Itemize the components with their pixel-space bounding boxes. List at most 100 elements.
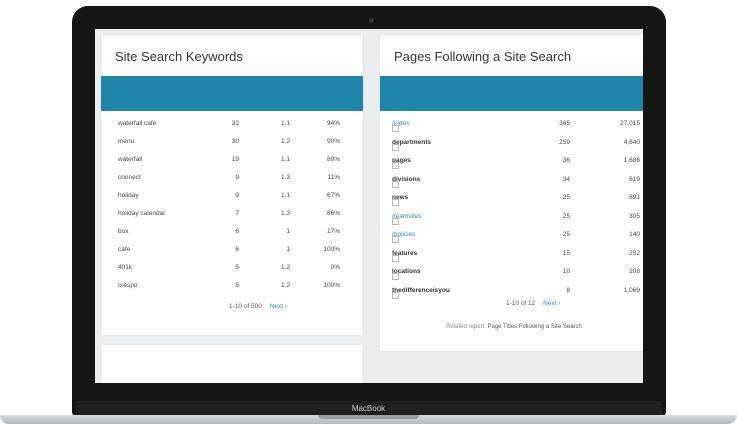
value-cell: 25 [562,194,570,201]
value-cell: 34 [562,175,570,183]
table-row: features 15 252 [380,245,643,263]
table-row: 401k 5 1.2 0% [101,259,363,277]
depth-cell: 1.1 [280,156,290,163]
screen: Site Search Keywords waterfall cafe 32 1.1… [95,29,643,383]
table-row: waterfall cafe 32 1.1 94% [101,115,363,133]
table-row: divisions 34 619 [380,171,643,189]
page-icon [392,143,399,151]
table-header [380,76,643,111]
page-label: thedifferenceisyou [392,286,450,294]
value-cell: 15 [562,249,570,257]
pagination-range: 1-10 of 500 [229,303,262,310]
exits-cell: 86% [326,210,340,217]
keyword-cell[interactable]: 401k [118,264,132,271]
keyword-cell[interactable]: waterfall cafe [118,120,156,127]
camera [369,18,374,23]
keyword-cell[interactable]: crespo [118,282,138,289]
depth-cell: 1.2 [280,264,290,271]
page-cell[interactable]: locations [392,268,421,280]
table-row: thedifferenceisyou 8 1,069 [380,282,643,300]
page-cell[interactable]: news [392,194,408,206]
exits-cell: 0% [330,264,340,271]
page-icon [392,199,399,206]
pagination: 1-10 of 12 Next › [506,300,560,307]
page-icon [392,291,399,299]
page-cell[interactable]: departments [392,139,431,151]
next-page-link[interactable]: Next › [543,300,560,307]
panel-title: Site Search Keywords [115,49,243,64]
depth-cell: 1.2 [280,138,290,145]
value-cell: 1,069 [623,286,640,294]
depth-cell: 1.3 [280,210,290,217]
value-cell: 36 [562,157,570,164]
related-report-link[interactable]: Page Titles Following a Site Search [487,324,581,330]
depth-cell: 1.1 [280,120,290,127]
next-page-link[interactable]: Next › [270,303,287,310]
page-icon [392,217,399,225]
pagination-range: 1-10 of 12 [506,300,536,307]
keyword-cell[interactable]: box [118,228,128,235]
page-cell[interactable]: /policies [392,231,415,243]
exits-cell: 17% [326,228,340,235]
depth-cell: 1 [286,228,290,235]
page-cell[interactable]: features [392,250,417,262]
value-cell: 8 [566,286,570,294]
related-label: Related report: [446,324,486,330]
page-icon [392,125,399,132]
table-header [101,76,363,111]
table-row: /teamsites 25 305 [380,208,643,226]
keyword-cell[interactable]: holiday [118,192,139,199]
exits-cell: 100% [323,246,340,253]
exits-cell: 67% [326,192,340,199]
searches-cell: 19 [231,156,239,163]
exits-cell: 89% [326,156,340,163]
table-row: holiday 9 1.1 67% [101,187,363,205]
lower-panel [101,345,363,383]
value-cell: 140 [629,231,640,238]
keyword-cell[interactable]: cafe [118,246,130,253]
value-cell: 259 [559,138,570,146]
value-cell: 25 [562,231,570,238]
exits-cell: 11% [327,174,340,181]
table-row: waterfall 19 1.1 89% [101,151,363,169]
table-row: cafe 6 1 100% [101,241,363,259]
laptop-notch [318,415,419,419]
value-cell: 208 [629,268,640,275]
value-cell: 305 [629,212,640,220]
table-row: departments 259 4,640 [380,134,643,152]
depth-cell: 1.2 [280,282,290,289]
value-cell: 619 [629,175,640,183]
exits-cell: 94% [326,120,340,127]
table-row: /policies 25 140 [380,226,643,244]
depth-cell: 1.3 [280,174,290,181]
keyword-cell[interactable]: holiday calendar [118,210,165,217]
table-row: news 25 891 [380,189,643,207]
value-cell: 1,686 [623,157,640,164]
page-cell[interactable]: pages [392,157,411,169]
value-cell: 27,015 [620,120,640,127]
searches-cell: 5 [235,282,239,289]
pagination: 1-10 of 500 Next › [229,303,287,310]
value-cell: 25 [562,212,570,220]
table-row: locations 10 208 [380,263,643,281]
depth-cell: 1.1 [280,192,290,199]
keyword-cell[interactable]: connect [118,174,141,181]
searches-cell: 6 [235,246,239,253]
page-cell[interactable]: thedifferenceisyou [392,286,450,299]
keyword-cell[interactable]: waterfall [118,156,142,163]
table-row: pages 36 1,686 [380,152,643,170]
searches-cell: 5 [235,264,239,271]
page-icon [392,162,399,169]
keyword-cell[interactable]: menu [118,138,134,145]
page-cell[interactable]: /teamsites [392,213,422,225]
page-cell[interactable]: divisions [392,176,420,188]
column-header[interactable] [115,88,116,94]
value-cell: 4,640 [623,138,640,146]
page-cell[interactable]: /index [392,120,409,132]
exits-cell: 90% [326,138,340,145]
table-row: connect 9 1.3 11% [101,169,363,187]
searches-cell: 9 [235,174,239,181]
value-cell: 10 [562,268,570,275]
page-icon [392,180,399,188]
table-row: /index 365 27,015 [380,115,643,133]
